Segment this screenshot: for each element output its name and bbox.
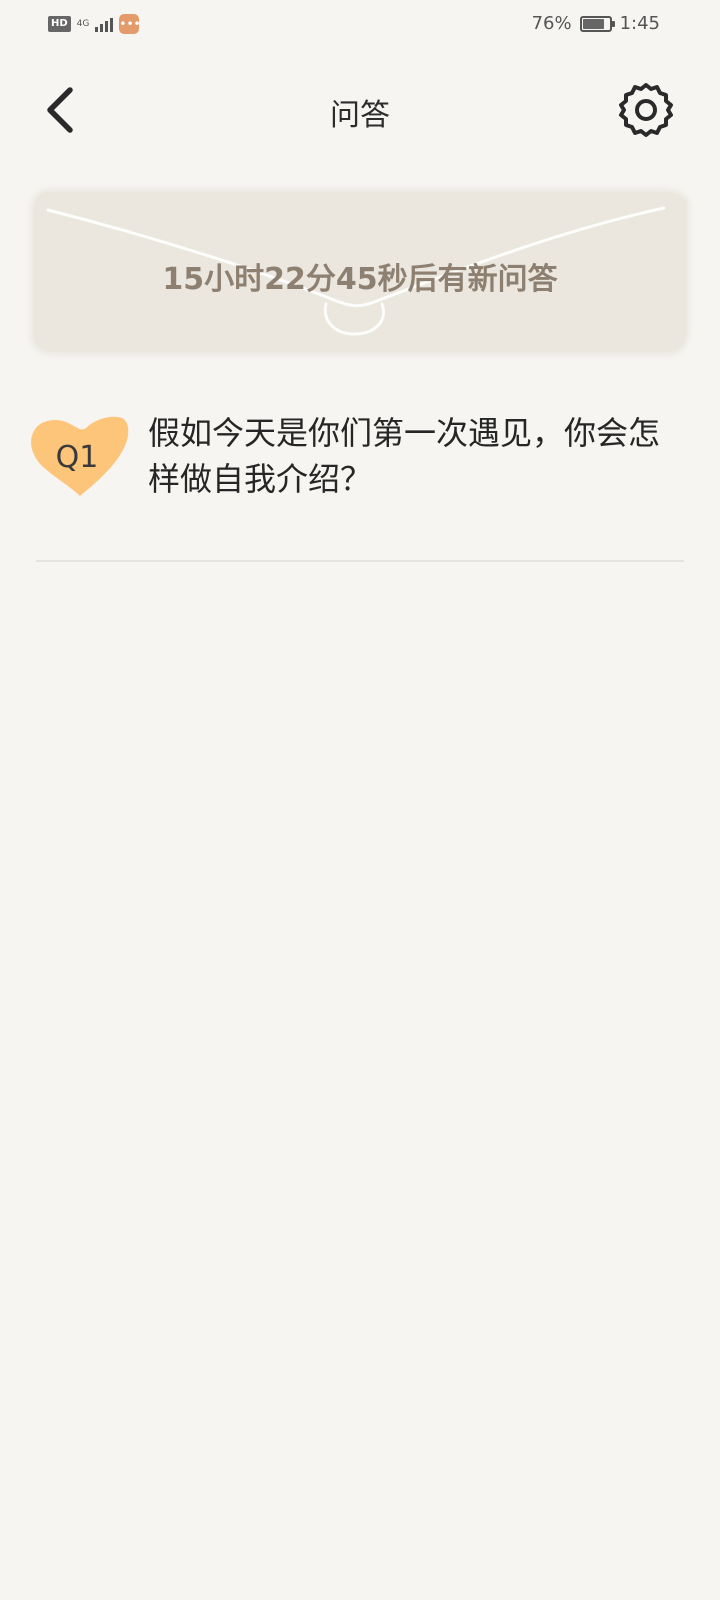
settings-button[interactable] — [616, 80, 676, 140]
clock: 1:45 — [619, 13, 660, 34]
status-left: HD 4G ••• — [48, 14, 141, 34]
gear-icon — [619, 83, 673, 137]
status-right: 76% 1:45 — [532, 13, 660, 34]
question-number: Q1 — [55, 440, 99, 475]
battery-level-fill — [582, 18, 604, 29]
hd-icon: HD — [48, 16, 71, 32]
divider — [36, 560, 684, 562]
countdown-banner: 15小时22分45秒后有新问答 — [34, 192, 686, 352]
battery-icon — [579, 15, 615, 32]
status-bar: HD 4G ••• 76% 1:45 — [0, 0, 720, 48]
battery-percent: 76% — [531, 13, 572, 34]
question-badge: Q1 — [28, 414, 132, 500]
question-text: 假如今天是你们第一次遇见，你会怎样做自我介绍？ — [148, 414, 661, 498]
question-item-q1[interactable]: Q1 假如今天是你们第一次遇见，你会怎样做自我介绍？ — [28, 414, 692, 514]
chat-bubble-icon: ••• — [119, 14, 141, 34]
countdown-text: 15小时22分45秒后有新问答 — [162, 262, 558, 297]
nav-bar: 问答 — [0, 70, 720, 150]
network-type-label: 4G — [76, 18, 90, 29]
signal-strength-icon — [95, 16, 114, 32]
page-title: 问答 — [330, 98, 390, 133]
